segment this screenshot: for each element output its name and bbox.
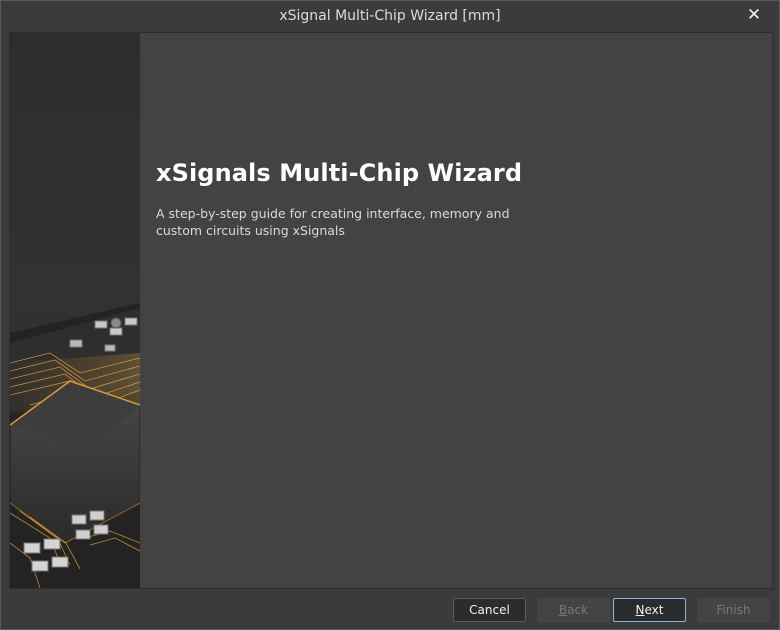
- back-button-label: ack: [567, 603, 589, 617]
- wizard-dialog: xSignal Multi-Chip Wizard [mm] ✕ xSignal…: [0, 0, 780, 630]
- title-bar[interactable]: xSignal Multi-Chip Wizard [mm] ✕: [1, 1, 779, 32]
- window-title: xSignal Multi-Chip Wizard [mm]: [279, 8, 501, 24]
- next-button-label: ext: [644, 603, 664, 617]
- wizard-heading: xSignals Multi-Chip Wizard: [156, 159, 523, 187]
- back-button[interactable]: Back: [537, 598, 610, 622]
- wizard-description: A step-by-step guide for creating interf…: [156, 206, 510, 238]
- finish-button[interactable]: Finish: [697, 598, 770, 622]
- cancel-button[interactable]: Cancel: [453, 598, 526, 622]
- wizard-main-pane: xSignals Multi-Chip Wizard A step-by-ste…: [140, 33, 772, 588]
- close-icon[interactable]: ✕: [743, 4, 765, 26]
- next-button-mnemonic: N: [635, 603, 645, 617]
- pcb-chip-illustration: [10, 33, 140, 588]
- back-button-mnemonic: B: [558, 603, 568, 617]
- next-button[interactable]: Next: [613, 598, 686, 622]
- button-bar: Cancel Back Next Finish: [1, 589, 779, 629]
- wizard-content: xSignals Multi-Chip Wizard A step-by-ste…: [9, 32, 773, 589]
